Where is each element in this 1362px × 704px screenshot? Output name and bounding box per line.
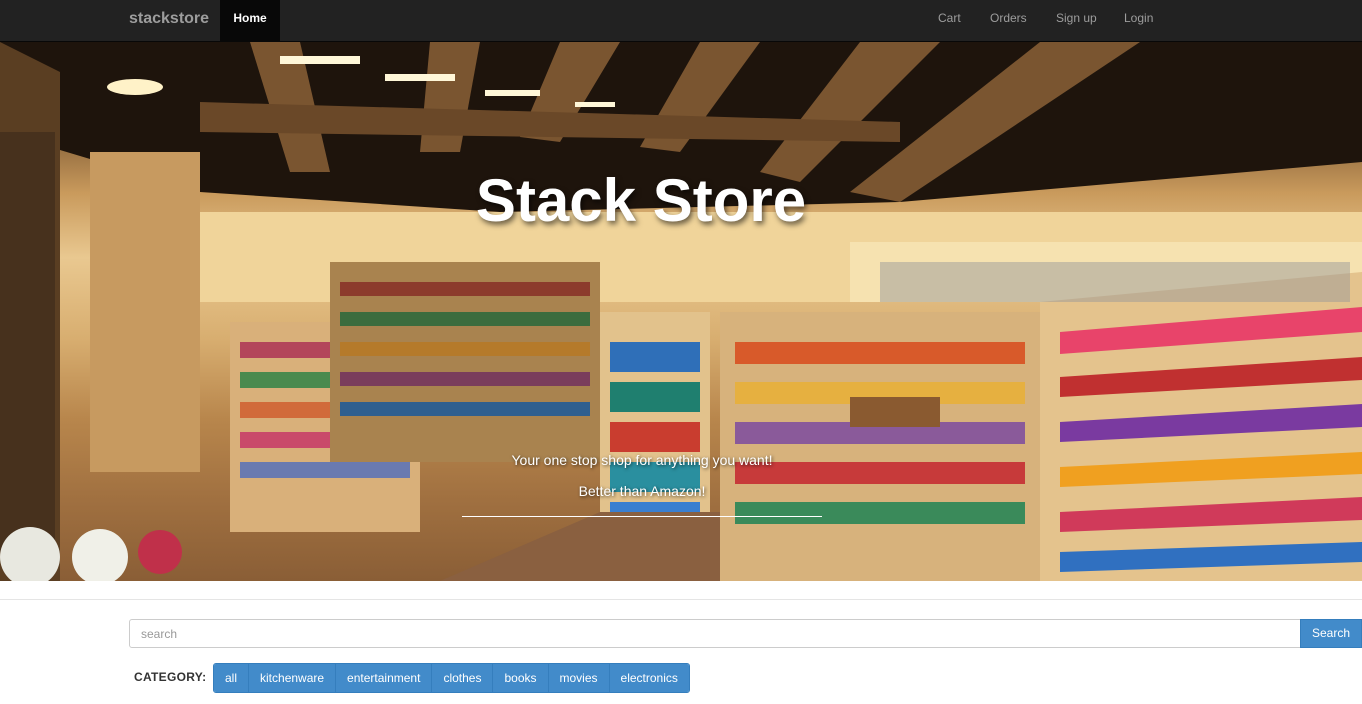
nav-signup-link[interactable]: Sign up bbox=[1056, 0, 1097, 41]
nav-cart-link[interactable]: Cart bbox=[938, 0, 961, 41]
hero-subtitle-1: Your one stop shop for anything you want… bbox=[511, 452, 773, 468]
category-entertainment-button[interactable]: entertainment bbox=[336, 664, 433, 692]
nav-home-link[interactable]: Home bbox=[220, 0, 280, 41]
section-divider bbox=[0, 599, 1362, 600]
hero-store-image bbox=[0, 42, 1362, 581]
hero-divider bbox=[462, 516, 822, 517]
category-movies-button[interactable]: movies bbox=[548, 664, 610, 692]
category-all-button[interactable]: all bbox=[214, 664, 250, 692]
category-electronics-button[interactable]: electronics bbox=[609, 664, 689, 692]
hero-subtitle-2: Better than Amazon! bbox=[578, 483, 706, 499]
nav-orders-link[interactable]: Orders bbox=[990, 0, 1027, 41]
hero-banner: Stack Store Your one stop shop for anyth… bbox=[0, 42, 1362, 581]
search-input[interactable] bbox=[129, 619, 1301, 648]
category-button-group: all kitchenware entertainment clothes bo… bbox=[213, 663, 690, 693]
search-button[interactable]: Search bbox=[1300, 619, 1362, 648]
hero-title: Stack Store bbox=[475, 167, 807, 234]
category-kitchenware-button[interactable]: kitchenware bbox=[249, 664, 337, 692]
category-books-button[interactable]: books bbox=[493, 664, 549, 692]
navbar: stackstore Home Cart Orders Sign up Logi… bbox=[0, 0, 1362, 42]
category-clothes-button[interactable]: clothes bbox=[432, 664, 494, 692]
category-label: CATEGORY: bbox=[134, 670, 207, 684]
brand-link[interactable]: stackstore bbox=[129, 0, 209, 41]
nav-login-link[interactable]: Login bbox=[1124, 0, 1153, 41]
